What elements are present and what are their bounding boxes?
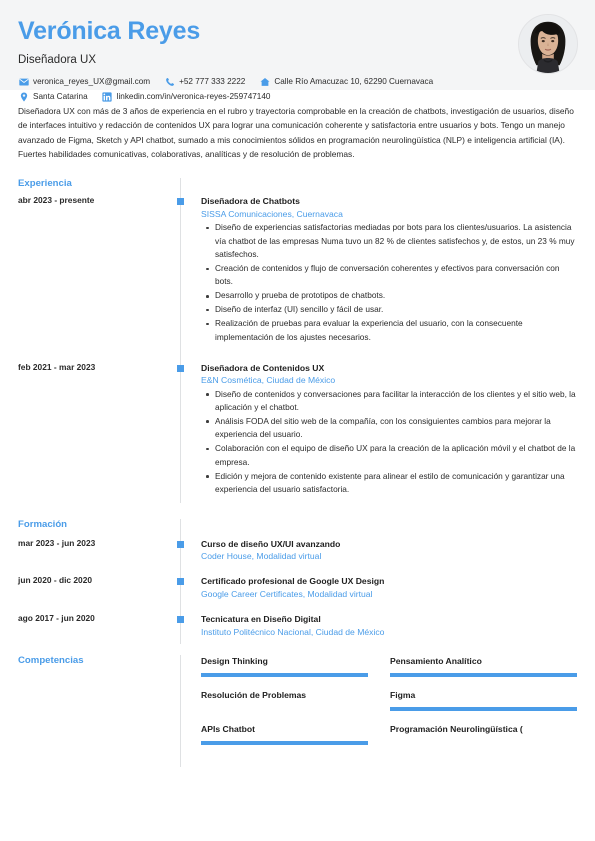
section-title-skills: Competencias <box>18 654 84 666</box>
home-icon <box>259 77 270 88</box>
contact-address-text: Calle Río Amacuzac 10, 62290 Cuernavaca <box>274 77 434 87</box>
skills-row: Competencias Design Thinking Pensamiento… <box>18 655 577 757</box>
skill-label: Resolución de Problemas <box>201 689 307 700</box>
experience-entry-org: SISSA Comunicaciones, Cuernavaca <box>201 208 343 219</box>
linkedin-icon <box>102 91 113 102</box>
skill-label: Programación Neurolingüística ( <box>390 723 523 734</box>
list-item: Edición y mejora de contenido existente … <box>206 470 577 497</box>
list-item: Creación de contenidos y flujo de conver… <box>206 262 577 289</box>
contact-phone-text: +52 777 333 2222 <box>179 77 246 87</box>
skill-label: Figma <box>390 689 416 700</box>
skills-title-cell: Competencias <box>18 655 180 757</box>
contact-address: Calle Río Amacuzac 10, 62290 Cuernavaca <box>259 76 433 88</box>
phone-icon <box>164 77 175 88</box>
experience-entry-body: Diseñadora de Chatbots SISSA Comunicacio… <box>176 195 577 344</box>
contact-phone[interactable]: +52 777 333 2222 <box>164 76 245 88</box>
list-item: Realización de pruebas para evaluar la e… <box>206 317 577 344</box>
contact-row-2: Santa Catarina linkedin.com/in/veronica-… <box>18 91 577 103</box>
experience-entry: abr 2023 - presente Diseñadora de Chatbo… <box>18 195 577 344</box>
skill-level-bar <box>201 672 368 677</box>
contact-email-text: veronica_reyes_UX@gmail.com <box>33 77 151 87</box>
education-entry-body: Certificado profesional de Google UX Des… <box>176 575 577 601</box>
list-item: Diseño de contenidos y conversaciones pa… <box>206 388 577 415</box>
experience-section: Experiencia abr 2023 - presente Diseñado… <box>0 177 595 503</box>
skills-section: Competencias Design Thinking Pensamiento… <box>0 654 595 767</box>
skill-level-bar <box>390 672 577 677</box>
contact-email[interactable]: veronica_reyes_UX@gmail.com <box>18 76 150 88</box>
skills-grid: Design Thinking Pensamiento Analítico Re… <box>201 655 577 757</box>
skill-label: Design Thinking <box>201 655 268 666</box>
education-entry-date: ago 2017 - jun 2020 <box>18 613 95 624</box>
avatar <box>518 14 578 74</box>
section-title-education: Formación <box>18 519 68 531</box>
education-entry: mar 2023 - jun 2023 Curso de diseño UX/U… <box>18 538 577 564</box>
contact-row-1: veronica_reyes_UX@gmail.com +52 777 333 … <box>18 76 577 88</box>
education-title-cell: Formación <box>18 519 180 531</box>
skill-item: Programación Neurolingüística ( <box>389 723 577 757</box>
experience-entry-bullets: Diseño de contenidos y conversaciones pa… <box>201 388 577 497</box>
location-icon <box>18 91 29 102</box>
education-entry-date: mar 2023 - jun 2023 <box>18 537 96 548</box>
experience-entry-body: Diseñadora de Contenidos UX E&N Cosmétic… <box>176 362 577 497</box>
resume-header: Verónica Reyes Diseñadora UX veronica_re… <box>0 0 595 102</box>
list-item: Análisis FODA del sitio web de la compañ… <box>206 415 577 442</box>
section-title-experience: Experiencia <box>18 177 72 189</box>
experience-entry-role: Diseñadora de Contenidos UX <box>201 362 325 373</box>
list-item: Colaboración con el equipo de diseño UX … <box>206 442 577 469</box>
contact-location-text: Santa Catarina <box>33 91 88 101</box>
skill-item: Figma <box>389 689 577 723</box>
education-entry: jun 2020 - dic 2020 Certificado profesio… <box>18 575 577 601</box>
skill-label: APIs Chatbot <box>201 723 255 734</box>
experience-header-row: Experiencia <box>18 178 577 190</box>
skill-item: APIs Chatbot <box>201 723 389 757</box>
skill-item: Resolución de Problemas <box>201 689 389 723</box>
entry-marker-square <box>176 616 184 624</box>
list-item: Diseño de experiencias satisfactorias me… <box>206 221 577 261</box>
experience-entry-role: Diseñadora de Chatbots <box>201 196 300 207</box>
entry-marker-square <box>176 578 184 586</box>
education-entry-school: Google Career Certificates, Modalidad vi… <box>201 589 373 600</box>
education-entry-date: jun 2020 - dic 2020 <box>18 575 93 586</box>
education-section: Formación mar 2023 - jun 2023 Curso de d… <box>0 519 595 645</box>
page-title: Verónica Reyes <box>18 17 201 45</box>
education-entry-title: Tecnicatura en Diseño Digital <box>201 614 321 625</box>
entry-marker-square <box>176 364 184 372</box>
education-entry-school: Coder House, Modalidad virtual <box>201 551 322 562</box>
entry-marker-square <box>176 540 184 548</box>
email-icon <box>18 77 29 88</box>
contact-linkedin-text: linkedin.com/in/veronica-reyes-259747140 <box>116 91 271 101</box>
experience-entry-date: feb 2021 - mar 2023 <box>18 361 96 372</box>
education-header-row: Formación <box>18 519 577 531</box>
experience-entry-date: abr 2023 - presente <box>18 195 95 206</box>
education-entry-school: Instituto Politécnico Nacional, Ciudad d… <box>201 627 385 638</box>
contact-linkedin[interactable]: linkedin.com/in/veronica-reyes-259747140 <box>102 91 271 103</box>
job-title: Diseñadora UX <box>18 53 96 66</box>
skill-level-bar <box>201 740 368 745</box>
education-entry-body: Tecnicatura en Diseño Digital Instituto … <box>176 613 577 639</box>
skills-body: Design Thinking Pensamiento Analítico Re… <box>180 655 577 757</box>
experience-entry-org: E&N Cosmética, Ciudad de México <box>201 375 336 386</box>
experience-entry-bullets: Diseño de experiencias satisfactorias me… <box>201 221 577 344</box>
skill-level-bar <box>390 706 577 711</box>
skill-label: Pensamiento Analítico <box>390 655 482 666</box>
education-entry-title: Curso de diseño UX/UI avanzando <box>201 538 341 549</box>
experience-entry: feb 2021 - mar 2023 Diseñadora de Conten… <box>18 362 577 497</box>
education-entry-body: Curso de diseño UX/UI avanzando Coder Ho… <box>176 538 577 564</box>
list-item: Diseño de interfaz (UI) sencillo y fácil… <box>206 303 577 316</box>
contact-location: Santa Catarina <box>18 91 88 103</box>
education-entry: ago 2017 - jun 2020 Tecnicatura en Diseñ… <box>18 613 577 639</box>
education-entry-title: Certificado profesional de Google UX Des… <box>201 576 385 587</box>
list-item: Desarrollo y prueba de prototipos de cha… <box>206 289 577 302</box>
skill-item: Design Thinking <box>201 655 389 689</box>
entry-marker-square <box>176 198 184 206</box>
skill-item: Pensamiento Analítico <box>389 655 577 689</box>
experience-title-cell: Experiencia <box>18 178 180 190</box>
